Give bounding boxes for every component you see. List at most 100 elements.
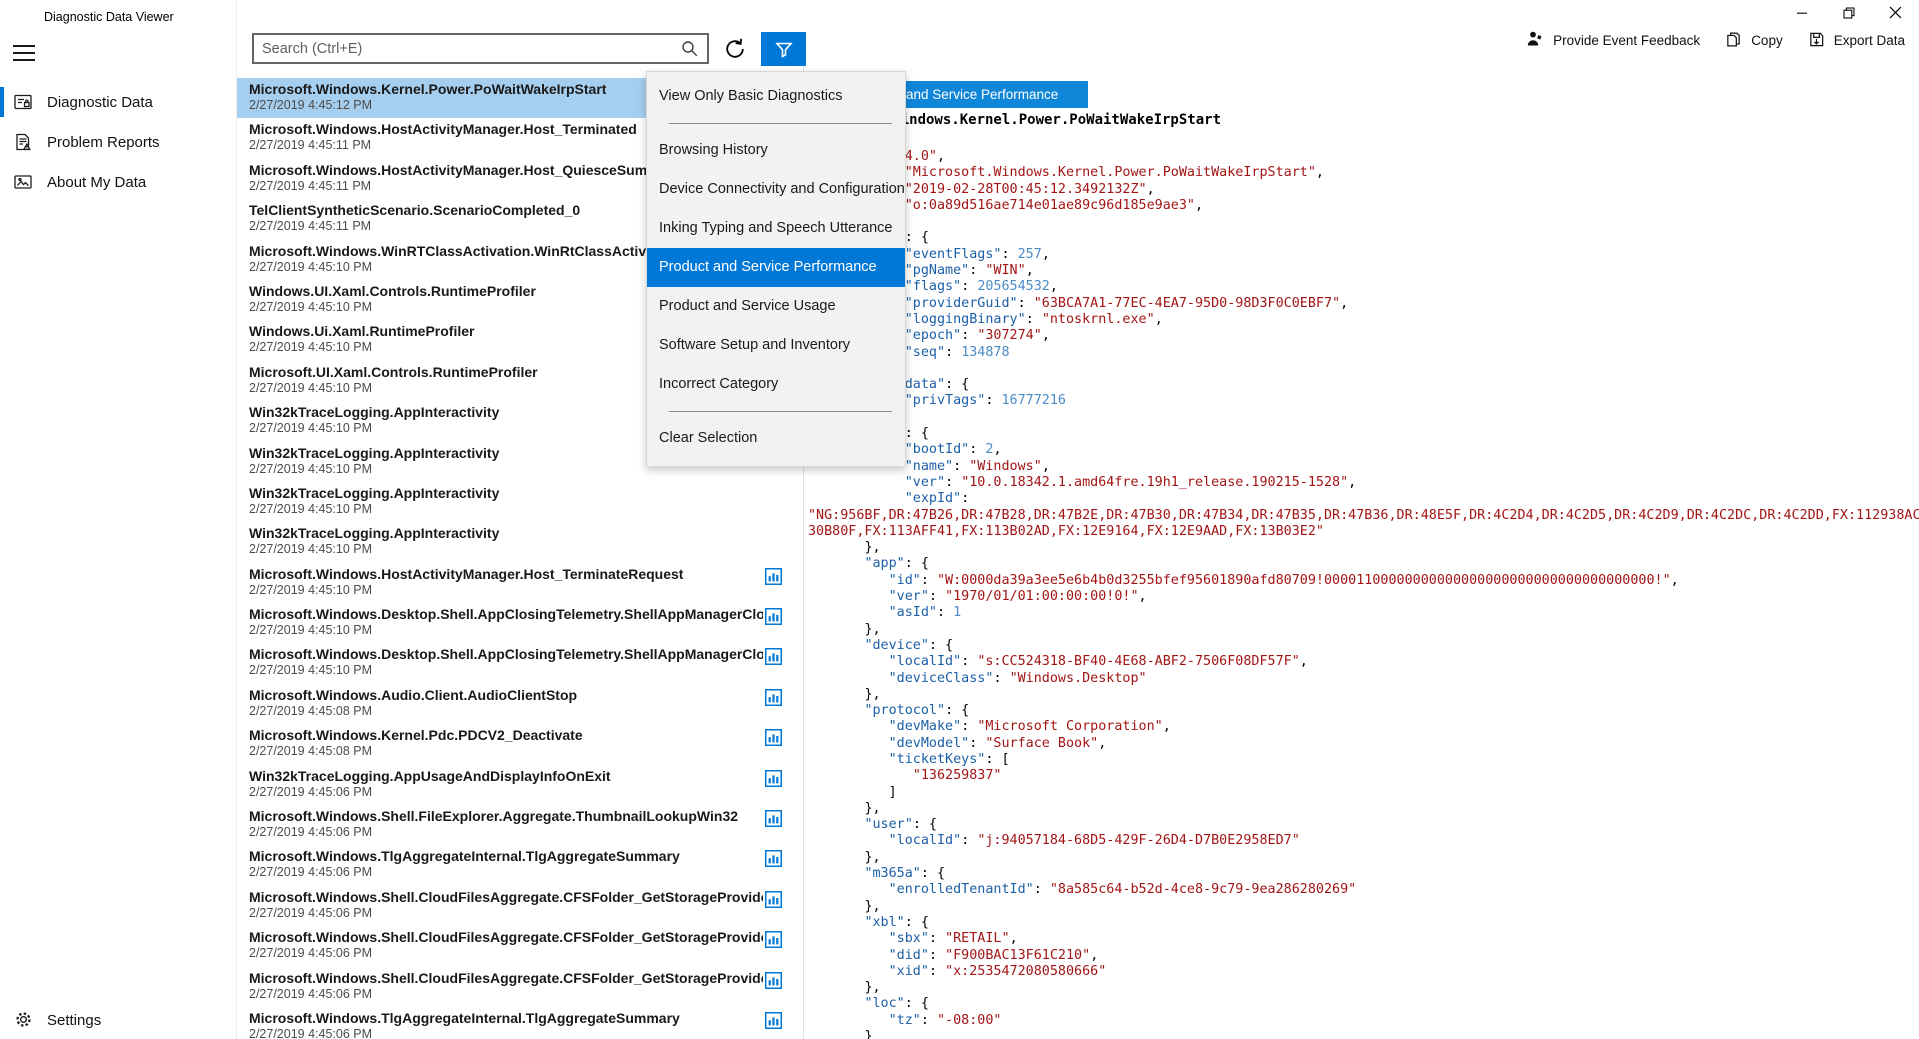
menu-divider — [669, 411, 892, 412]
json-line: "enrolledTenantId": "8a585c64-b52d-4ce8-… — [808, 882, 1919, 898]
json-line: "eventFlags": 257, — [808, 247, 1919, 263]
restore-icon — [1843, 6, 1855, 24]
event-timestamp: 2/27/2019 4:45:06 PM — [249, 785, 763, 800]
event-timestamp: 2/27/2019 4:45:10 PM — [249, 502, 763, 517]
event-title: Win32kTraceLogging.AppInteractivity — [249, 524, 763, 542]
filter-funnel-icon — [773, 38, 795, 60]
filter-option-clear-selection[interactable]: Clear Selection — [647, 419, 905, 458]
event-row[interactable]: Win32kTraceLogging.AppInteractivity2/27/… — [237, 482, 803, 522]
filter-dropdown-menu: View Only Basic Diagnostics Browsing Hist… — [646, 71, 906, 467]
event-timestamp: 2/27/2019 4:45:10 PM — [249, 542, 763, 557]
event-timestamp: 2/27/2019 4:45:10 PM — [249, 623, 763, 638]
event-title: Microsoft.Windows.Shell.CloudFilesAggreg… — [249, 928, 763, 946]
event-json-viewer: 4.0", "Microsoft.Windows.Kernel.Power.Po… — [808, 149, 1919, 1039]
event-timestamp: 2/27/2019 4:45:10 PM — [249, 663, 763, 678]
json-line: }, — [808, 622, 1919, 638]
json-line: "pgName": "WIN", — [808, 263, 1919, 279]
filter-option-device-connectivity-and-configuration[interactable]: Device Connectivity and Configuration — [647, 170, 905, 209]
json-line: "NG:956BF,DR:47B26,DR:47B28,DR:47B2E,DR:… — [808, 508, 1919, 524]
event-row[interactable]: Microsoft.Windows.Desktop.Shell.AppClosi… — [237, 643, 803, 683]
json-line: "devMake": "Microsoft Corporation", — [808, 719, 1919, 735]
json-line: "name": "Windows", — [808, 459, 1919, 475]
detail-action-bar: Provide Event Feedback Copy Export Data — [1526, 30, 1905, 51]
json-line: "xbl": { — [808, 915, 1919, 931]
sidebar-nav: Diagnostic Data Problem ReportsAbout My D… — [0, 82, 236, 202]
json-line: "privTags": 16777216 — [808, 393, 1919, 409]
restore-button[interactable] — [1825, 0, 1872, 30]
provide-event-feedback-button[interactable]: Provide Event Feedback — [1526, 30, 1700, 51]
event-row[interactable]: Microsoft.Windows.HostActivityManager.Ho… — [237, 563, 803, 603]
event-timestamp: 2/27/2019 4:45:06 PM — [249, 906, 763, 921]
copy-button[interactable]: Copy — [1725, 31, 1783, 51]
diagnostic-data-icon — [13, 92, 33, 112]
event-title: Microsoft.Windows.Desktop.Shell.AppClosi… — [249, 645, 763, 663]
export-data-button[interactable]: Export Data — [1808, 31, 1905, 51]
selected-indicator — [0, 87, 4, 117]
close-button[interactable] — [1872, 0, 1919, 30]
json-line: "user": { — [808, 817, 1919, 833]
diagnostic-data-viewer-window: Diagnostic Data Viewer Diagnostic DataPr… — [0, 0, 1919, 1039]
filter-option-product-and-service-usage[interactable]: Product and Service Usage — [647, 287, 905, 326]
search-box — [252, 33, 709, 64]
person-feedback-icon — [1526, 30, 1544, 51]
sidebar-item-diagnostic-data[interactable]: Diagnostic Data — [0, 82, 236, 122]
event-row[interactable]: Microsoft.Windows.TlgAggregateInternal.T… — [237, 1007, 803, 1039]
event-row[interactable]: Microsoft.Windows.Kernel.Pdc.PDCV2_Deact… — [237, 724, 803, 764]
json-line: "seq": 134878 — [808, 345, 1919, 361]
json-line: "ver": "10.0.18342.1.amd64fre.19h1_relea… — [808, 475, 1919, 491]
event-timestamp: 2/27/2019 4:45:06 PM — [249, 1027, 763, 1039]
chart-icon — [765, 810, 782, 827]
event-row[interactable]: Microsoft.Windows.Audio.Client.AudioClie… — [237, 684, 803, 724]
chart-icon — [765, 568, 782, 585]
search-input[interactable] — [254, 41, 681, 57]
json-line: "localId": "j:94057184-68D5-429F-26D4-D7… — [808, 833, 1919, 849]
search-icon — [681, 40, 699, 58]
refresh-button[interactable] — [719, 33, 751, 65]
filter-option-browsing-history[interactable]: Browsing History — [647, 131, 905, 170]
sidebar-item-settings[interactable]: Settings — [0, 1000, 236, 1039]
json-line: "m365a": { — [808, 866, 1919, 882]
event-title: Microsoft.Windows.TlgAggregateInternal.T… — [249, 1009, 763, 1027]
sidebar-item-about-my-data[interactable]: About My Data — [0, 162, 236, 202]
event-timestamp: 2/27/2019 4:45:06 PM — [249, 865, 763, 880]
filter-option-incorrect-category[interactable]: Incorrect Category — [647, 365, 905, 404]
event-title: Microsoft.Windows.TlgAggregateInternal.T… — [249, 847, 763, 865]
event-row[interactable]: Win32kTraceLogging.AppUsageAndDisplayInf… — [237, 765, 803, 805]
event-row[interactable]: Microsoft.Windows.Shell.CloudFilesAggreg… — [237, 967, 803, 1007]
hamburger-menu-button[interactable] — [13, 45, 35, 61]
minimize-button[interactable] — [1778, 0, 1825, 30]
chart-icon — [765, 972, 782, 989]
json-line — [808, 410, 1919, 426]
event-row[interactable]: Win32kTraceLogging.AppInteractivity2/27/… — [237, 522, 803, 562]
event-row[interactable]: Microsoft.Windows.TlgAggregateInternal.T… — [237, 845, 803, 885]
json-line: "2019-02-28T00:45:12.3492132Z", — [808, 182, 1919, 198]
action-label: Export Data — [1834, 33, 1905, 48]
filter-option-product-and-service-performance[interactable]: Product and Service Performance — [647, 248, 905, 287]
event-timestamp: 2/27/2019 4:45:08 PM — [249, 744, 763, 759]
filter-option-view-only-basic-diagnostics[interactable]: View Only Basic Diagnostics — [647, 77, 905, 116]
json-line: "devModel": "Surface Book", — [808, 736, 1919, 752]
event-title: Microsoft.Windows.Kernel.Pdc.PDCV2_Deact… — [249, 726, 763, 744]
chart-icon — [765, 729, 782, 746]
event-row[interactable]: Microsoft.Windows.Shell.FileExplorer.Agg… — [237, 805, 803, 845]
close-icon — [1889, 6, 1902, 24]
json-line — [808, 361, 1919, 377]
event-row[interactable]: Microsoft.Windows.Shell.CloudFilesAggreg… — [237, 926, 803, 966]
action-label: Copy — [1751, 33, 1783, 48]
event-row[interactable]: Microsoft.Windows.Desktop.Shell.AppClosi… — [237, 603, 803, 643]
event-row[interactable]: Microsoft.Windows.Shell.CloudFilesAggreg… — [237, 886, 803, 926]
json-line: }, — [808, 801, 1919, 817]
event-timestamp: 2/27/2019 4:45:06 PM — [249, 825, 763, 840]
filter-option-inking-typing-and-speech-utterance[interactable]: Inking Typing and Speech Utterance — [647, 209, 905, 248]
chart-icon — [765, 689, 782, 706]
json-line: "localId": "s:CC524318-BF40-4E68-ABF2-75… — [808, 654, 1919, 670]
json-line: "did": "F900BAC13F61C210", — [808, 948, 1919, 964]
sidebar-item-label: Diagnostic Data — [47, 94, 153, 111]
json-line: 30B80F,FX:113AFF41,FX:113B02AD,FX:12E916… — [808, 524, 1919, 540]
sidebar-item-problem-reports[interactable]: Problem Reports — [0, 122, 236, 162]
filter-option-software-setup-and-inventory[interactable]: Software Setup and Inventory — [647, 326, 905, 365]
filter-button[interactable] — [761, 32, 806, 66]
json-line: "xid": "x:2535472080580666" — [808, 964, 1919, 980]
event-title: Microsoft.Windows.Audio.Client.AudioClie… — [249, 686, 763, 704]
json-line: 4.0", — [808, 149, 1919, 165]
